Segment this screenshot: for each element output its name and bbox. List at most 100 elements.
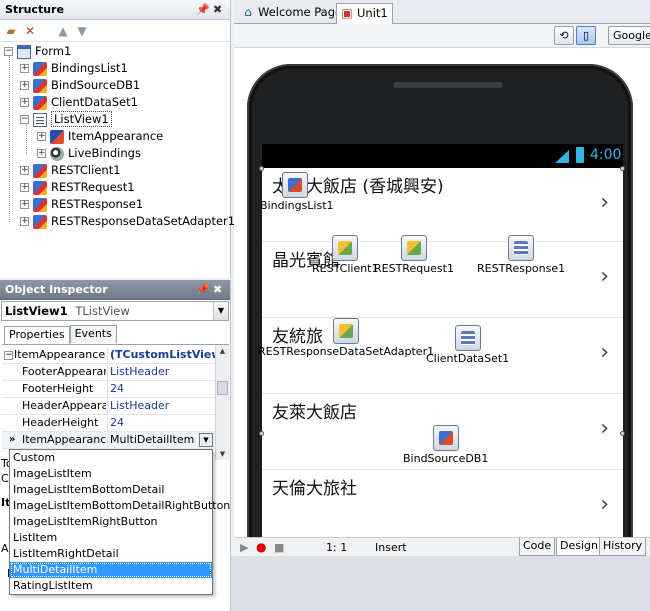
record-icon[interactable]: ● xyxy=(256,540,266,555)
scroll-down-icon[interactable]: ▼ xyxy=(216,448,229,460)
chevron-right-icon: › xyxy=(600,340,609,365)
folder-icon[interactable]: ▰ xyxy=(3,23,19,39)
component-icon xyxy=(33,78,47,93)
collapse-icon[interactable]: − xyxy=(4,47,13,56)
tab-code[interactable]: Code xyxy=(519,538,556,556)
tree-item-livebindings[interactable]: + LiveBindings xyxy=(37,145,141,162)
phone-view-icon[interactable]: ▯ xyxy=(576,26,596,45)
property-row[interactable]: FooterHeight 24 xyxy=(2,381,215,398)
component-restrequest1[interactable]: RESTRequest1 xyxy=(374,235,454,275)
property-row-selected[interactable]: » ItemAppearance MultiDetailItem ▼ xyxy=(2,432,215,449)
expand-icon[interactable]: + xyxy=(20,64,29,73)
tree-item-listview1[interactable]: − ListView1 xyxy=(20,111,112,128)
inspector-title-bar: Object Inspector 📌 ✖ xyxy=(0,280,230,300)
expand-icon[interactable]: + xyxy=(20,183,29,192)
tab-events[interactable]: Events xyxy=(69,325,117,343)
component-bindsourcedb1[interactable]: BindSourceDB1 xyxy=(403,425,488,465)
dropdown-option[interactable]: ListItemRightDetail xyxy=(10,546,212,562)
expand-icon[interactable]: + xyxy=(20,217,29,226)
selection-handle[interactable] xyxy=(620,431,625,436)
form-icon xyxy=(17,44,31,59)
dropdown-option[interactable]: ImageListItem xyxy=(10,466,212,482)
pin-icon[interactable]: 📌 xyxy=(196,280,210,300)
component-icon xyxy=(33,180,47,195)
tree-item-bindingslist1[interactable]: + BindingsList1 xyxy=(20,60,128,77)
object-selector[interactable]: ListView1 TListView ▼ xyxy=(1,301,229,321)
tree-item-form1[interactable]: − Form1 xyxy=(4,43,71,60)
tab-history[interactable]: History xyxy=(599,538,647,556)
play-icon[interactable]: ▶ xyxy=(240,540,248,555)
tree-item-itemappearance[interactable]: + ItemAppearance xyxy=(37,128,163,145)
structure-title: Structure xyxy=(5,3,64,16)
tab-welcome-page[interactable]: ⌂ Welcome Page xyxy=(238,3,346,24)
chevron-double-right-icon: » xyxy=(9,434,16,445)
bindsource-icon xyxy=(432,425,459,451)
component-icon xyxy=(33,61,47,76)
list-item[interactable]: 天倫大旅社 › xyxy=(262,470,623,538)
tree-item-restrequest1[interactable]: + RESTRequest1 xyxy=(20,179,135,196)
expand-icon[interactable]: + xyxy=(20,98,29,107)
selection-handle[interactable] xyxy=(620,166,625,171)
component-bindingslist1[interactable]: BindingsList1 xyxy=(260,172,334,212)
lower-panel xyxy=(231,556,650,611)
tree-item-restresponse1[interactable]: + RESTResponse1 xyxy=(20,196,143,213)
property-row[interactable]: HeaderAppearar ListHeader xyxy=(2,398,215,415)
home-icon: ⌂ xyxy=(244,5,252,19)
expand-icon[interactable]: + xyxy=(20,166,29,175)
tree-item-bindsourcedb1[interactable]: + BindSourceDB1 xyxy=(20,77,140,94)
property-scrollbar[interactable]: ▲ ▼ xyxy=(215,345,229,460)
dropdown-option[interactable]: ImageListItemRightButton xyxy=(10,514,212,530)
selection-handle[interactable] xyxy=(259,431,264,436)
chevron-down-icon[interactable]: ▼ xyxy=(213,302,228,320)
item-appearance-combo[interactable]: MultiDetailItem xyxy=(107,432,199,448)
property-row[interactable]: − ItemAppearance (TCustomListView.T xyxy=(2,347,215,364)
arrow-up-icon[interactable]: ▲ xyxy=(55,23,71,39)
document-tabs: ⌂ Welcome Page ▣ Unit1 xyxy=(234,0,650,24)
listview-icon xyxy=(33,112,47,127)
inspector-title: Object Inspector xyxy=(5,283,108,296)
expand-icon[interactable]: + xyxy=(20,200,29,209)
scroll-up-icon[interactable]: ▲ xyxy=(216,345,229,357)
collapse-icon[interactable]: − xyxy=(20,115,29,124)
dropdown-option[interactable]: Custom xyxy=(10,450,212,466)
close-icon[interactable]: ✖ xyxy=(213,280,222,300)
stop-icon[interactable]: ■ xyxy=(274,540,284,555)
component-restresponse1[interactable]: RESTResponse1 xyxy=(477,235,565,275)
tab-design[interactable]: Design xyxy=(556,538,602,556)
collapse-icon[interactable]: − xyxy=(4,351,13,360)
structure-toolbar: ▰ ✕ ▲ ▼ xyxy=(0,20,230,42)
dropdown-option[interactable]: RatingListItem xyxy=(10,578,212,594)
scroll-thumb[interactable] xyxy=(217,381,228,395)
expand-icon[interactable]: + xyxy=(20,81,29,90)
close-icon[interactable]: ✖ xyxy=(213,0,222,20)
tab-unit1[interactable]: ▣ Unit1 xyxy=(336,3,393,24)
tree-item-clientdataset1[interactable]: + ClientDataSet1 xyxy=(20,94,138,111)
expand-icon[interactable]: + xyxy=(37,149,46,158)
item-appearance-dropdown[interactable]: Custom ImageListItem ImageListItemBottom… xyxy=(9,449,230,595)
chevron-down-icon[interactable]: ▼ xyxy=(199,433,213,447)
component-restresponsedatasetadapter1[interactable]: RESTResponseDataSetAdapter1 xyxy=(258,318,434,358)
dropdown-option[interactable]: ListItem xyxy=(10,530,212,546)
component-restclient1[interactable]: RESTClient1 xyxy=(312,235,379,275)
structure-title-bar: Structure 📌 ✖ xyxy=(0,0,230,20)
restresponse-icon xyxy=(508,235,535,261)
selection-handle[interactable] xyxy=(259,166,264,171)
tree-item-restresponsedatasetadapter1[interactable]: + RESTResponseDataSetAdapter1 xyxy=(20,213,235,230)
delete-folder-icon[interactable]: ✕ xyxy=(22,23,38,39)
component-clientdataset1[interactable]: ClientDataSet1 xyxy=(426,325,509,365)
expand-icon[interactable]: + xyxy=(37,132,46,141)
dropdown-option[interactable]: ImageListItemBottomDetail xyxy=(10,482,212,498)
style-selector[interactable]: Google xyxy=(608,26,650,45)
dropdown-option[interactable]: ImageListItemBottomDetailRightButton xyxy=(10,498,230,514)
battery-icon xyxy=(576,147,584,163)
property-row[interactable]: HeaderHeight 24 xyxy=(2,415,215,432)
arrow-down-icon[interactable]: ▼ xyxy=(74,23,90,39)
property-row[interactable]: FooterAppearan ListHeader xyxy=(2,364,215,381)
tree-item-restclient1[interactable]: + RESTClient1 xyxy=(20,162,121,179)
master-view-icon[interactable]: ⟲ xyxy=(554,26,574,45)
clientdataset-icon xyxy=(454,325,481,351)
unit-file-icon: ▣ xyxy=(341,6,353,20)
dropdown-option-selected[interactable]: MultiDetailItem xyxy=(10,562,212,578)
tab-properties[interactable]: Properties xyxy=(4,326,70,344)
pin-icon[interactable]: 📌 xyxy=(196,0,210,20)
